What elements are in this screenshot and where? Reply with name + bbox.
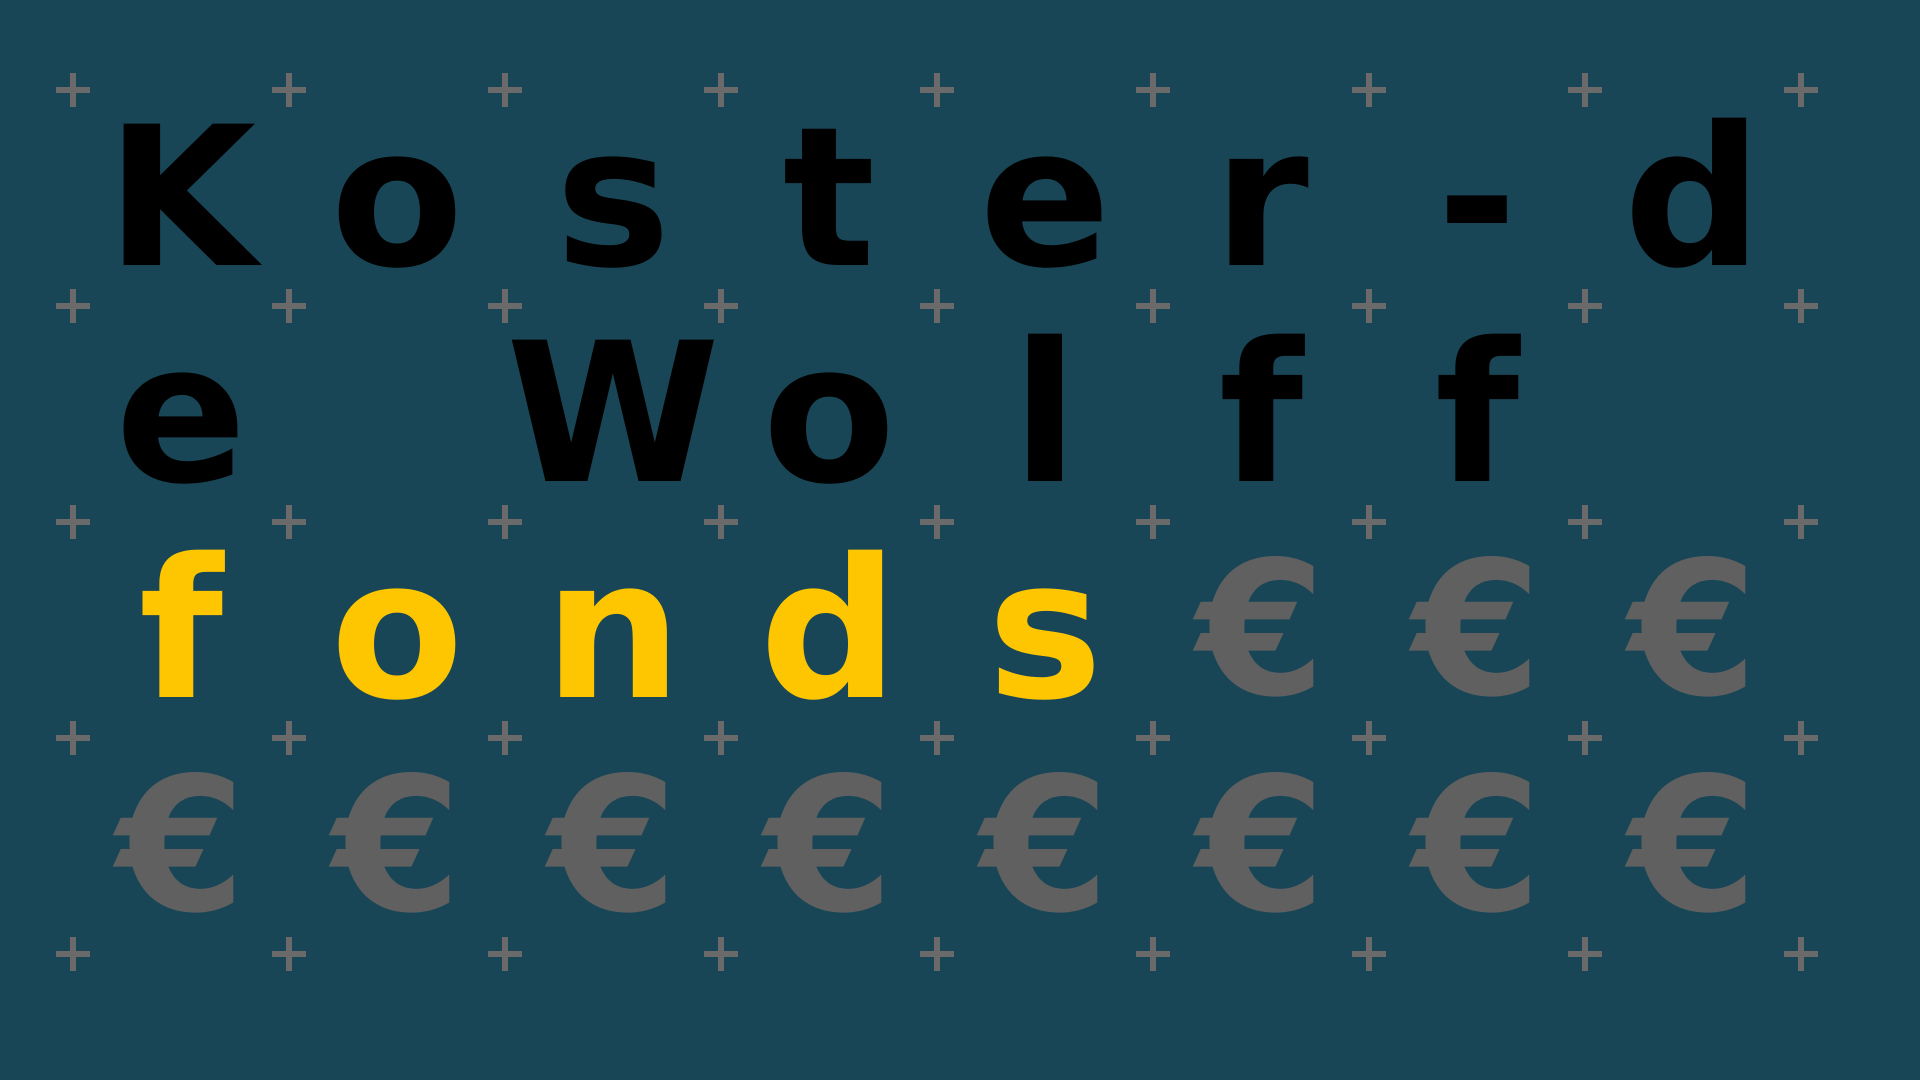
euro-sign-icon: € xyxy=(1628,737,1758,954)
title-letter: r xyxy=(1213,85,1309,311)
title-letter: W xyxy=(506,301,720,527)
title-letter: l xyxy=(1011,301,1079,527)
title-letter: e xyxy=(115,301,247,527)
euro-sign-icon: € xyxy=(116,737,246,954)
poster-canvas: Ko s t e r - d e Wo l f f f o n d s € € € € € € € € € € € xyxy=(0,0,1920,1080)
highlight-letter: s xyxy=(987,517,1103,743)
title-letter: o xyxy=(330,85,464,311)
euro-sign-icon: € xyxy=(332,737,462,954)
euro-sign-icon: € xyxy=(1628,521,1758,738)
title-letter: K xyxy=(105,85,257,311)
euro-sign-icon: € xyxy=(1196,521,1326,738)
euro-sign-icon: € xyxy=(1412,737,1542,954)
highlight-letter: f xyxy=(138,517,224,743)
euro-sign-icon: € xyxy=(548,737,678,954)
euro-sign-icon: € xyxy=(1412,521,1542,738)
title-letter: e xyxy=(979,85,1111,311)
highlight-letter: o xyxy=(330,517,464,743)
euro-sign-icon: € xyxy=(764,737,894,954)
title-letter: o xyxy=(762,301,896,527)
highlight-letter: n xyxy=(543,517,683,743)
title-letter: f xyxy=(1434,301,1520,527)
title-letter: t xyxy=(782,85,876,311)
highlight-letter: d xyxy=(759,517,899,743)
title-letter: f xyxy=(1218,301,1304,527)
title-letter: - xyxy=(1436,85,1518,311)
title-letter: s xyxy=(555,85,671,311)
euro-sign-icon: € xyxy=(1196,737,1326,954)
euro-sign-icon: € xyxy=(980,737,1110,954)
title-letter: d xyxy=(1623,85,1763,311)
